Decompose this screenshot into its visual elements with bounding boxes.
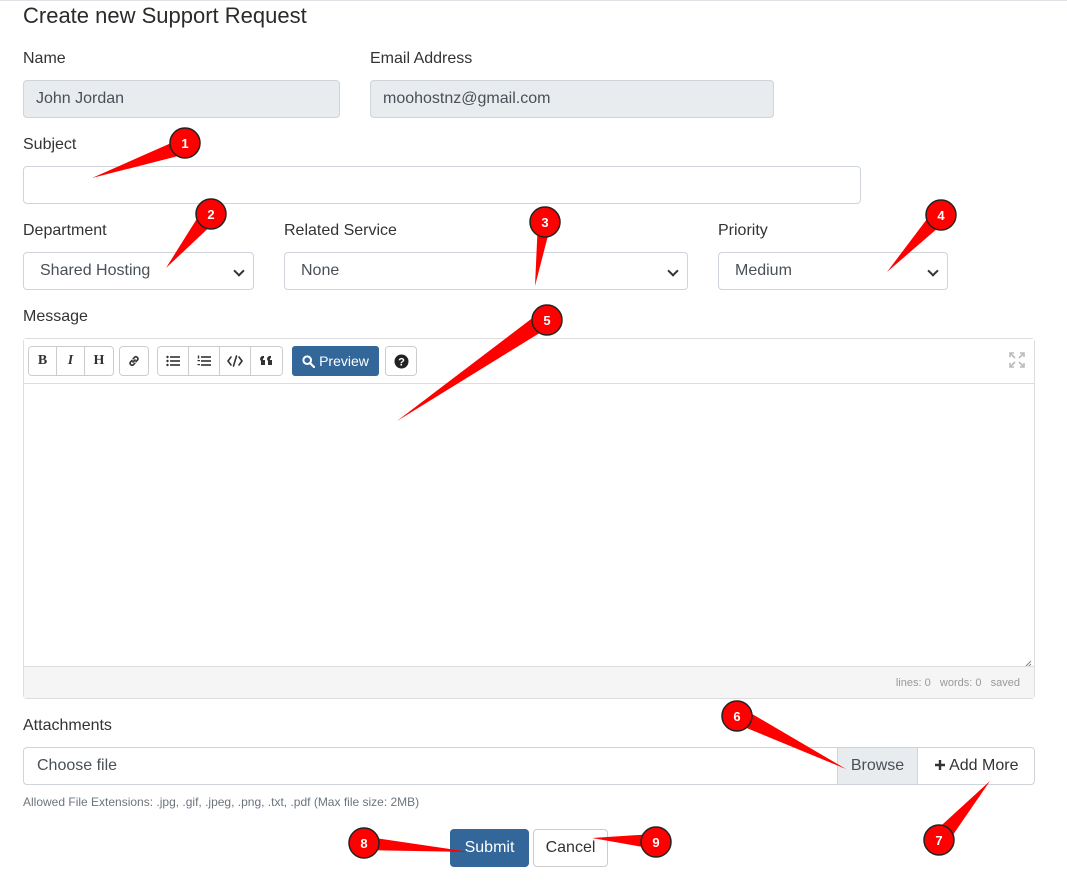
bullet-list-icon[interactable] xyxy=(158,347,189,375)
bold-button[interactable]: B xyxy=(29,347,57,375)
message-label: Message xyxy=(23,308,88,325)
service-label: Related Service xyxy=(284,222,397,239)
add-more-button[interactable]: Add More xyxy=(917,747,1035,785)
email-value: moohostnz@gmail.com xyxy=(383,90,551,107)
email-label: Email Address xyxy=(370,50,473,67)
subject-label: Subject xyxy=(23,136,77,153)
editor-status: lines: 0 words: 0 saved xyxy=(896,677,1020,689)
add-more-label: Add More xyxy=(949,757,1019,774)
annotation-marker-7: 7 xyxy=(923,781,990,856)
numbered-list-icon[interactable] xyxy=(189,347,220,375)
preview-label: Preview xyxy=(319,353,369,369)
marker-label-7: 7 xyxy=(935,833,942,848)
file-placeholder: Choose file xyxy=(37,757,118,774)
help-mark: ? xyxy=(398,356,405,368)
marker-label-3: 3 xyxy=(541,215,548,230)
file-extensions-hint: Allowed File Extensions: .jpg, .gif, .jp… xyxy=(23,795,420,809)
lines-count: lines: 0 xyxy=(895,677,931,689)
resize-handle-icon[interactable] xyxy=(1024,655,1032,668)
priority-value: Medium xyxy=(735,262,792,279)
marker-label-8: 8 xyxy=(360,836,367,851)
email-field[interactable]: moohostnz@gmail.com xyxy=(370,80,774,118)
help-group: ? xyxy=(385,346,417,376)
browse-button[interactable]: Browse xyxy=(837,748,917,784)
priority-select[interactable]: Medium xyxy=(718,252,948,290)
marker-label-1: 1 xyxy=(181,136,188,151)
service-value: None xyxy=(301,262,340,279)
attachments-label: Attachments xyxy=(23,717,112,734)
department-value: Shared Hosting xyxy=(40,262,151,279)
cancel-button[interactable]: Cancel xyxy=(533,829,608,867)
save-status: saved xyxy=(990,677,1020,689)
message-editor[interactable] xyxy=(23,338,1035,699)
link-group xyxy=(119,346,149,376)
marker-label-9: 9 xyxy=(652,835,659,850)
link-icon[interactable] xyxy=(120,347,148,375)
marker-label-5: 5 xyxy=(543,313,550,328)
code-icon[interactable] xyxy=(220,347,251,375)
plus-icon xyxy=(934,760,945,770)
editor-statusbar: lines: 0 words: 0 saved xyxy=(24,666,1034,698)
submit-button[interactable]: Submit xyxy=(450,829,529,867)
marker-label-4: 4 xyxy=(937,208,945,223)
preview-button[interactable]: Preview xyxy=(292,346,379,376)
name-value: John Jordan xyxy=(36,90,125,107)
file-input[interactable]: Choose file xyxy=(23,747,918,785)
words-count: words: 0 xyxy=(939,677,982,689)
name-field[interactable]: John Jordan xyxy=(23,80,340,118)
heading-button[interactable]: H xyxy=(85,347,113,375)
quote-icon[interactable] xyxy=(251,347,282,375)
format-group: B I H xyxy=(28,346,114,376)
department-select[interactable]: Shared Hosting xyxy=(23,252,254,290)
page-title: Create new Support Request xyxy=(23,3,307,28)
italic-button[interactable]: I xyxy=(57,347,85,375)
subject-input[interactable] xyxy=(23,166,861,204)
name-label: Name xyxy=(23,50,66,67)
related-service-select[interactable]: None xyxy=(284,252,688,290)
fullscreen-icon[interactable] xyxy=(1009,352,1025,368)
priority-label: Priority xyxy=(718,222,768,239)
help-icon[interactable]: ? xyxy=(386,347,416,375)
marker-label-6: 6 xyxy=(733,709,740,724)
marker-label-2: 2 xyxy=(207,207,214,222)
search-icon xyxy=(302,354,316,368)
list-group xyxy=(157,346,283,376)
department-label: Department xyxy=(23,222,107,239)
